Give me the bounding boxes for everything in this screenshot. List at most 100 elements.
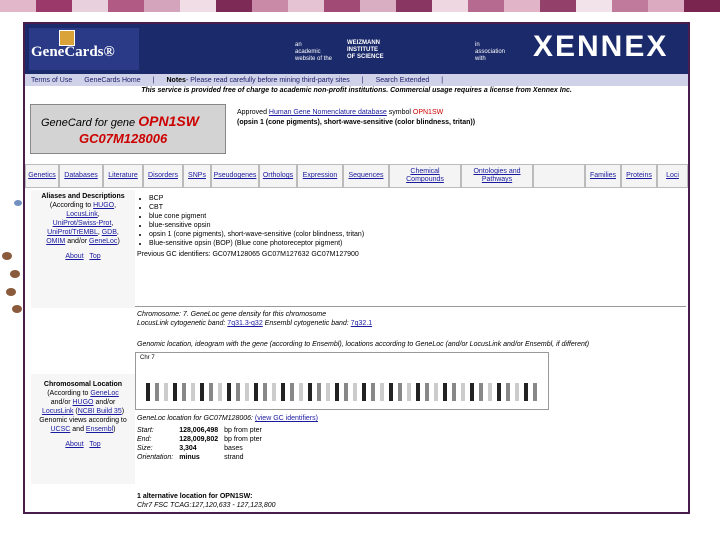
stripe-block [540, 0, 576, 12]
source-link[interactable]: NCBI Build 35 [78, 408, 122, 415]
stripe-block [468, 0, 504, 12]
band-link[interactable]: 7q32.1 [351, 320, 372, 327]
source-link[interactable]: GDB [102, 229, 117, 236]
tab-ontologies-pathways[interactable]: Ontologies and Pathways [461, 164, 533, 188]
tab-empty [533, 164, 585, 188]
hgnc-link[interactable]: Human Gene Nomenclature database [269, 109, 387, 116]
section-divider [135, 306, 686, 307]
about-link[interactable]: About [65, 441, 83, 448]
ideogram-band [398, 383, 402, 401]
ideogram-band [335, 383, 339, 401]
ideogram-band [308, 383, 312, 401]
title-prefix: GeneCard for gene [41, 117, 139, 129]
ideogram-band [443, 383, 447, 401]
dot [10, 270, 20, 278]
approved-symbol-value: OPN1SW [412, 109, 444, 116]
approved-mid: symbol [386, 109, 413, 116]
nav-terms[interactable]: Terms of Use [31, 77, 72, 84]
source-link[interactable]: HUGO [93, 202, 114, 209]
table-row: Orientation: minus strand [137, 454, 244, 461]
source-link[interactable]: LocusLink [42, 408, 74, 415]
source-link[interactable]: GeneLoc [90, 390, 118, 397]
tab-orthologs[interactable]: Orthologs [259, 164, 297, 188]
source-link[interactable]: UniProt/Swiss-Prot [53, 220, 112, 227]
approved-description: (opsin 1 (cone pigments), short-wave-sen… [237, 119, 476, 126]
tab-snps[interactable]: SNPs [183, 164, 211, 188]
nav-search-extended[interactable]: Search Extended [376, 77, 430, 84]
tab-genetics[interactable]: Genetics [25, 164, 59, 188]
tab-literature[interactable]: Literature [103, 164, 143, 188]
view-gc-identifiers-link[interactable]: (view GC identifiers) [255, 415, 318, 422]
tab-chemical-compounds[interactable]: Chemical Compounds [389, 164, 461, 188]
nav-home[interactable]: GeneCards Home [84, 77, 140, 84]
nav-notes[interactable]: Notes- Please read carefully before mini… [166, 77, 349, 84]
registered-mark: ® [103, 44, 115, 60]
chromosome-content: Chromosome: 7. GeneLoc gene density for … [137, 310, 687, 349]
source-link[interactable]: OMIM [46, 238, 65, 245]
tab-proteins[interactable]: Proteins [621, 164, 657, 188]
ideogram-band [389, 383, 393, 401]
decorative-stripe [0, 0, 720, 22]
alias-item: opsin 1 (cone pigments), short-wave-sens… [149, 230, 557, 239]
aliases-heading: Aliases and Descriptions [41, 193, 125, 200]
dot [14, 200, 22, 206]
tab-pseudogenes[interactable]: Pseudogenes [211, 164, 259, 188]
top-link[interactable]: Top [89, 441, 100, 448]
xennex-logo[interactable]: XENNEX [533, 30, 668, 64]
about-link[interactable]: About [65, 253, 83, 260]
source-link[interactable]: LocusLink [66, 211, 98, 218]
alt-location-row: Chr7 FSC TCAG:127,120,633 - 127,123,800 [137, 502, 276, 509]
ideogram-band [227, 383, 231, 401]
weizmann-logo-text[interactable]: WEIZMANN INSTITUTE OF SCIENCE [347, 40, 384, 61]
source-link[interactable]: HUGO [73, 399, 94, 406]
ideogram-band [344, 383, 348, 401]
approved-symbol: Approved Human Gene Nomenclature databas… [237, 108, 527, 128]
tab-loci[interactable]: Loci [657, 164, 688, 188]
ideogram-band [380, 383, 384, 401]
ideogram-band [218, 383, 222, 401]
tab-databases[interactable]: Databases [59, 164, 103, 188]
stripe-block [504, 0, 540, 12]
tab-families[interactable]: Families [585, 164, 621, 188]
approved-prefix: Approved [237, 109, 269, 116]
tab-expression[interactable]: Expression [297, 164, 343, 188]
genecards-screenshot: GeneCards® an academic website of the WE… [23, 22, 690, 514]
tab-sequences[interactable]: Sequences [343, 164, 389, 188]
gc-id: GC07M128006 [79, 131, 168, 146]
alt-location: 1 alternative location for OPN1SW: Chr7 … [137, 492, 687, 510]
ideogram-band [146, 383, 150, 401]
geneloc-table: Start: 128,006,498 bp from pter End: 128,00… [137, 426, 268, 462]
genecards-logo[interactable]: GeneCards® [29, 28, 139, 70]
ideogram-band [416, 383, 420, 401]
ideogram-band [299, 383, 303, 401]
ideogram-band [353, 383, 357, 401]
aliases-content: BCP CBT blue cone pigment blue-sensitive… [137, 194, 557, 259]
section-tabs: Genetics Databases Literature Disorders … [25, 164, 688, 188]
source-link[interactable]: UniProt/TrEMBL [47, 229, 98, 236]
source-link[interactable]: GeneLoc [89, 238, 117, 245]
ideogram-band [506, 383, 510, 401]
ideogram-band [281, 383, 285, 401]
ideogram-band [191, 383, 195, 401]
stripe-block [180, 0, 216, 12]
ideogram-band [515, 383, 519, 401]
stripe-block [396, 0, 432, 12]
aliases-list: BCP CBT blue cone pigment blue-sensitive… [137, 194, 557, 248]
source-link[interactable]: Ensembl [86, 426, 113, 433]
band-link[interactable]: 7q31.3-q32 [227, 320, 262, 327]
nav-sep: | [361, 76, 364, 84]
tab-disorders[interactable]: Disorders [143, 164, 183, 188]
gene-symbol: OPN1SW [138, 113, 199, 129]
chromosome-ideogram[interactable]: Chr 7 [135, 352, 549, 410]
source-link[interactable]: UCSC [51, 426, 71, 433]
stripe-block [576, 0, 612, 12]
alias-item: CBT [149, 203, 557, 212]
alt-location-title: 1 alternative location for OPN1SW: [137, 493, 253, 500]
top-nav: Terms of Use GeneCards Home | Notes- Ple… [25, 74, 688, 86]
ideogram-band [245, 383, 249, 401]
table-row: End: 128,009,802 bp from pter [137, 436, 262, 443]
nav-sep: | [152, 76, 155, 84]
alias-item: blue cone pigment [149, 212, 557, 221]
stripe-block [684, 0, 720, 12]
top-link[interactable]: Top [89, 253, 100, 260]
